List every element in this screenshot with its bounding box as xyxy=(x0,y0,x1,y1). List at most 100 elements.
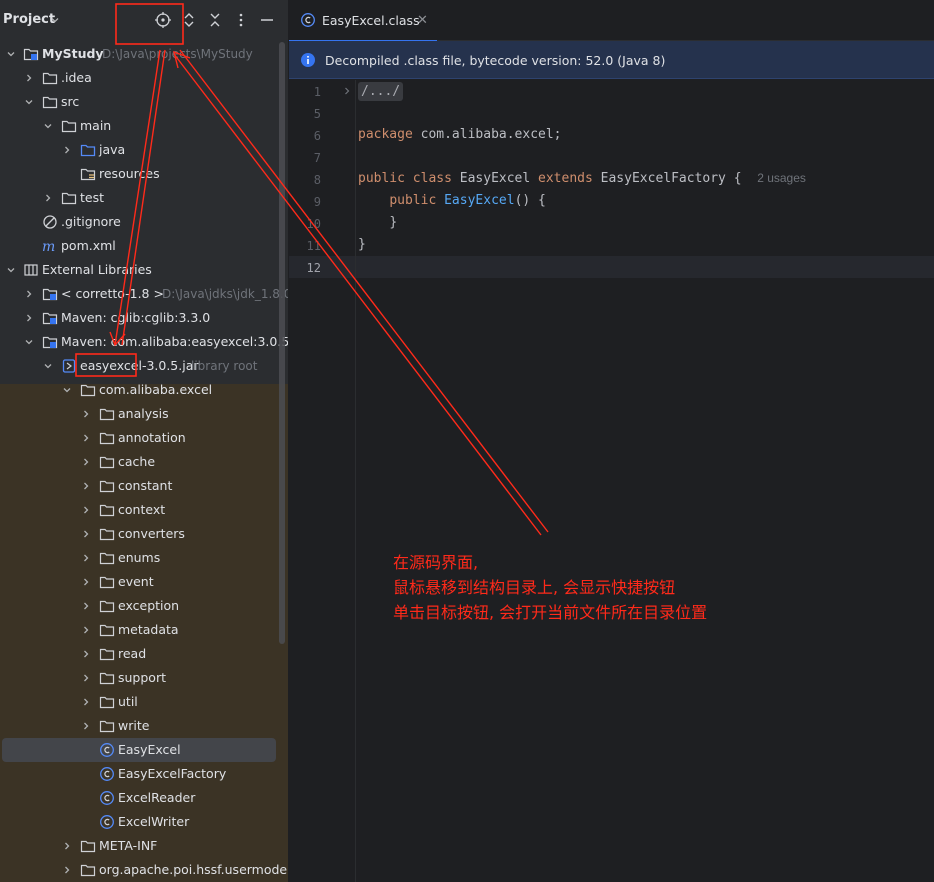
line-number: 8 xyxy=(313,173,321,187)
tree-row-resources[interactable]: resources xyxy=(0,162,288,186)
code-line-package[interactable]: package com.alibaba.excel; xyxy=(358,127,562,142)
chevron-down-icon[interactable] xyxy=(7,266,15,274)
tree-row-test[interactable]: test xyxy=(0,186,288,210)
tree-row-package-context[interactable]: context xyxy=(0,498,288,522)
tree-row-package-event[interactable]: event xyxy=(0,570,288,594)
chevron-down-icon[interactable] xyxy=(44,122,52,130)
tree-row-main[interactable]: main xyxy=(0,114,288,138)
tree-row-package-support[interactable]: support xyxy=(0,666,288,690)
tree-row-package-constant[interactable]: constant xyxy=(0,474,288,498)
brace: } xyxy=(389,215,398,230)
chevron-right-icon[interactable] xyxy=(82,530,90,538)
tree-row-package-annotation[interactable]: annotation xyxy=(0,426,288,450)
chevron-right-icon[interactable] xyxy=(82,626,90,634)
tree-row-class-excelreader[interactable]: ExcelReader xyxy=(0,786,288,810)
chevron-down-icon[interactable] xyxy=(51,16,59,24)
chevron-down-icon[interactable] xyxy=(44,362,52,370)
code-line-constructor[interactable]: public EasyExcel() { xyxy=(358,193,546,208)
library-root-hint: library root xyxy=(191,359,258,373)
tree-row-jdk[interactable]: < corretto-1.8 > D:\Java\jdks\jdk_1.8.0 xyxy=(0,282,288,306)
chevron-right-icon[interactable] xyxy=(63,146,71,154)
chevron-down-icon[interactable] xyxy=(7,50,15,58)
class-name: EasyExcel xyxy=(451,171,539,186)
chevron-right-icon[interactable] xyxy=(25,74,33,82)
tree-row-gitignore[interactable]: .gitignore xyxy=(0,210,288,234)
editor-tabs: EasyExcel.class ✕ xyxy=(289,0,934,42)
chevron-down-icon[interactable] xyxy=(25,338,33,346)
tree-label: main xyxy=(80,118,112,133)
hide-icon[interactable] xyxy=(258,11,276,29)
tree-row-package-converters[interactable]: converters xyxy=(0,522,288,546)
tree-row-hssf[interactable]: org.apache.poi.hssf.usermodel xyxy=(0,858,288,882)
close-icon[interactable]: ✕ xyxy=(417,13,428,28)
keyword: class xyxy=(412,171,452,186)
tree-row-mystudy[interactable]: MyStudy D:\Java\projects\MyStudy xyxy=(0,42,288,66)
tree-label: annotation xyxy=(118,430,186,445)
project-scrollbar[interactable] xyxy=(279,42,285,644)
locate-icon[interactable] xyxy=(154,11,172,29)
tree-label: write xyxy=(118,718,150,733)
tree-row-package-cache[interactable]: cache xyxy=(0,450,288,474)
folder-icon xyxy=(42,72,58,85)
tab-easyexcel-class[interactable]: EasyExcel.class ✕ xyxy=(289,0,437,42)
tree-row-package[interactable]: com.alibaba.excel xyxy=(0,378,288,402)
chevron-right-icon[interactable] xyxy=(82,506,90,514)
tree-label: META-INF xyxy=(99,838,158,853)
tree-row-package-exception[interactable]: exception xyxy=(0,594,288,618)
tree-row-pom[interactable]: m pom.xml xyxy=(0,234,288,258)
tree-row-package-read[interactable]: read xyxy=(0,642,288,666)
tree-row-jar[interactable]: easyexcel-3.0.5.jar library root xyxy=(0,354,288,378)
chevron-right-icon[interactable] xyxy=(82,602,90,610)
jdk-folder-icon xyxy=(42,288,58,301)
tree-row-easyexcel-library[interactable]: Maven: com.alibaba:easyexcel:3.0.5 xyxy=(0,330,288,354)
tree-row-class-excelwriter[interactable]: ExcelWriter xyxy=(0,810,288,834)
tree-row-external-libraries[interactable]: External Libraries xyxy=(0,258,288,282)
code-line-class[interactable]: public class EasyExcel extends EasyExcel… xyxy=(358,171,806,186)
chevron-right-icon[interactable] xyxy=(82,578,90,586)
chevron-right-icon[interactable] xyxy=(82,410,90,418)
tree-row-package-write[interactable]: write xyxy=(0,714,288,738)
code-line-close-inner[interactable]: } xyxy=(358,215,397,230)
tree-label: MyStudy xyxy=(42,46,104,61)
chevron-right-icon[interactable] xyxy=(82,434,90,442)
tree-row-package-metadata[interactable]: metadata xyxy=(0,618,288,642)
tree-row-src[interactable]: src xyxy=(0,90,288,114)
editor-area: EasyExcel.class ✕ Decompiled .class file… xyxy=(289,0,934,882)
folded-code-region[interactable]: /.../ xyxy=(358,82,404,101)
chevron-right-icon[interactable] xyxy=(82,650,90,658)
chevron-right-icon[interactable] xyxy=(82,482,90,490)
banner-text: Decompiled .class file, bytecode version… xyxy=(325,53,666,68)
fold-chevron-icon[interactable] xyxy=(343,87,351,95)
chevron-right-icon[interactable] xyxy=(82,698,90,706)
chevron-right-icon[interactable] xyxy=(63,866,71,874)
tree-row-package-analysis[interactable]: analysis xyxy=(0,402,288,426)
tree-row-class-easyexcel[interactable]: EasyExcel xyxy=(0,738,288,762)
chevron-right-icon[interactable] xyxy=(63,842,71,850)
brace: } xyxy=(358,237,366,252)
superclass-name: EasyExcelFactory { xyxy=(592,171,742,186)
chevron-down-icon[interactable] xyxy=(63,386,71,394)
chevron-right-icon[interactable] xyxy=(82,458,90,466)
more-icon[interactable] xyxy=(232,11,250,29)
collapse-all-icon[interactable] xyxy=(206,11,224,29)
tree-row-cglib[interactable]: Maven: cglib:cglib:3.3.0 xyxy=(0,306,288,330)
expand-collapse-icon[interactable] xyxy=(180,11,198,29)
code-line-close-outer[interactable]: } xyxy=(358,237,366,252)
tree-row-idea[interactable]: .idea xyxy=(0,66,288,90)
chevron-right-icon[interactable] xyxy=(25,314,33,322)
chevron-right-icon[interactable] xyxy=(82,674,90,682)
usages-hint[interactable]: 2 usages xyxy=(757,171,806,185)
chevron-down-icon[interactable] xyxy=(25,98,33,106)
chevron-right-icon[interactable] xyxy=(25,290,33,298)
chevron-right-icon[interactable] xyxy=(44,194,52,202)
tree-row-java[interactable]: java xyxy=(0,138,288,162)
tree-row-package-enums[interactable]: enums xyxy=(0,546,288,570)
tree-row-class-easyexcelfactory[interactable]: EasyExcelFactory xyxy=(0,762,288,786)
tree-row-package-util[interactable]: util xyxy=(0,690,288,714)
keyword: extends xyxy=(538,171,593,186)
chevron-right-icon[interactable] xyxy=(82,554,90,562)
chevron-right-icon[interactable] xyxy=(82,722,90,730)
tree-row-meta-inf[interactable]: META-INF xyxy=(0,834,288,858)
tree-label: exception xyxy=(118,598,180,613)
project-view-selector[interactable]: Project xyxy=(3,12,55,27)
